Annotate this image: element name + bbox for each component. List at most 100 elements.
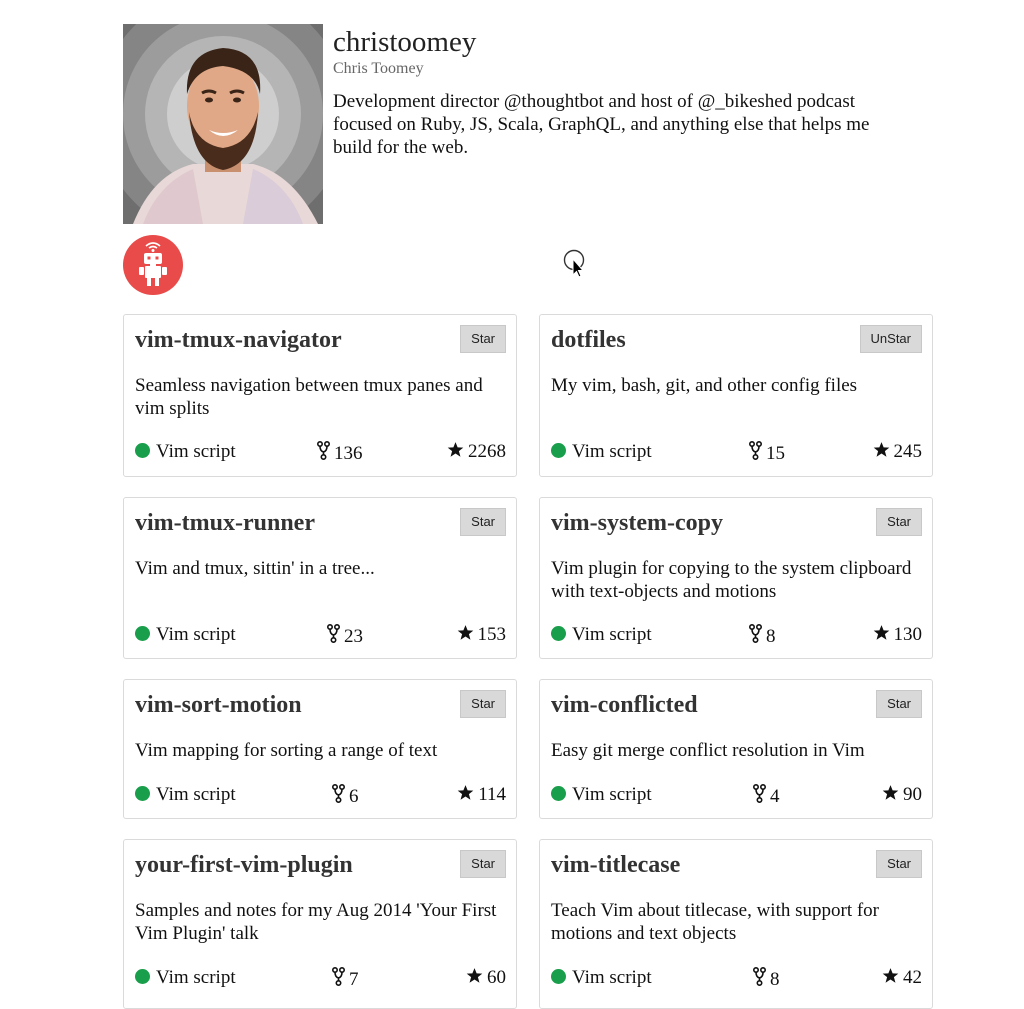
repo-meta: Vim script 8 130 xyxy=(551,624,923,648)
bio: Development director @thoughtbot and hos… xyxy=(333,91,870,158)
repo-meta: Vim script 8 42 xyxy=(551,967,922,991)
repo-description: Samples and notes for my Aug 2014 'Your … xyxy=(135,900,497,944)
repo-name[interactable]: vim-titlecase xyxy=(551,850,680,880)
star-button[interactable]: UnStar xyxy=(859,325,922,353)
star-icon xyxy=(457,625,473,640)
repo-meta: Vim script 7 60 xyxy=(135,967,506,991)
fork-icon xyxy=(317,441,330,460)
repo-meta: Vim script 6 114 xyxy=(135,784,506,808)
language-dot-icon xyxy=(135,626,150,641)
repo-language: Vim script xyxy=(551,784,652,806)
fork-icon xyxy=(749,441,762,460)
star-button[interactable]: Star xyxy=(460,850,506,878)
star-icon xyxy=(882,785,899,800)
repo-card-vim-sort-motion: vim-sort-motion Star Vim mapping for sor… xyxy=(123,679,517,819)
repo-language: Vim script xyxy=(551,967,652,989)
fork-count: 4 xyxy=(753,784,780,808)
language-dot-icon xyxy=(551,443,566,458)
repo-description: Vim plugin for copying to the system cli… xyxy=(551,558,912,602)
star-number: 42 xyxy=(903,967,922,988)
star-number: 90 xyxy=(903,784,922,805)
star-number: 153 xyxy=(477,624,507,645)
star-count: 114 xyxy=(457,784,506,806)
star-count: 42 xyxy=(882,967,922,989)
repo-description: Teach Vim about titlecase, with support … xyxy=(551,900,880,944)
star-count: 90 xyxy=(882,784,922,806)
fork-icon xyxy=(749,624,762,643)
fork-number: 136 xyxy=(334,443,363,464)
repo-card-vim-tmux-navigator: vim-tmux-navigator Star Seamless navigat… xyxy=(123,314,517,477)
star-number: 114 xyxy=(478,784,506,805)
repo-meta: Vim script 136 2268 xyxy=(135,441,506,465)
fork-count: 8 xyxy=(753,967,780,991)
language-label: Vim script xyxy=(156,784,236,805)
fork-count: 8 xyxy=(749,624,776,648)
repo-name[interactable]: your-first-vim-plugin xyxy=(135,850,353,880)
repo-description: Vim and tmux, sittin' in a tree... xyxy=(135,558,375,579)
fork-count: 6 xyxy=(332,784,359,808)
star-count: 130 xyxy=(873,624,923,646)
language-label: Vim script xyxy=(572,441,652,462)
fork-number: 7 xyxy=(349,969,359,990)
robot-badge-icon xyxy=(123,235,183,295)
star-button[interactable]: Star xyxy=(460,325,506,353)
language-dot-icon xyxy=(135,443,150,458)
star-icon xyxy=(447,442,464,457)
fork-number: 4 xyxy=(770,786,780,807)
language-dot-icon xyxy=(551,969,566,984)
star-count: 2268 xyxy=(447,441,506,463)
repo-description: Seamless navigation between tmux panes a… xyxy=(135,375,483,419)
fork-count: 15 xyxy=(749,441,785,465)
star-icon xyxy=(873,625,889,640)
username: christoomey xyxy=(333,26,477,58)
fork-count: 7 xyxy=(332,967,359,991)
fork-number: 23 xyxy=(344,626,363,647)
repo-name[interactable]: vim-tmux-runner xyxy=(135,508,315,538)
avatar xyxy=(123,24,323,224)
repo-name[interactable]: vim-system-copy xyxy=(551,508,723,538)
star-number: 130 xyxy=(893,624,923,645)
repo-name[interactable]: dotfiles xyxy=(551,325,626,355)
repo-card-vim-tmux-runner: vim-tmux-runner Star Vim and tmux, sitti… xyxy=(123,497,517,659)
fork-number: 8 xyxy=(766,626,776,647)
fork-icon xyxy=(332,784,345,803)
language-dot-icon xyxy=(135,786,150,801)
language-label: Vim script xyxy=(156,967,236,988)
star-button[interactable]: Star xyxy=(460,508,506,536)
repo-meta: Vim script 15 245 xyxy=(551,441,922,465)
repo-card-vim-conflicted: vim-conflicted Star Easy git merge confl… xyxy=(539,679,933,819)
repo-name[interactable]: vim-conflicted xyxy=(551,690,698,720)
repo-description: Vim mapping for sorting a range of text xyxy=(135,740,438,761)
star-icon xyxy=(457,785,474,800)
language-dot-icon xyxy=(135,969,150,984)
language-label: Vim script xyxy=(572,784,652,805)
star-button[interactable]: Star xyxy=(876,850,922,878)
repo-meta: Vim script 23 153 xyxy=(135,624,507,647)
profile-info: christoomey Chris Toomey Development dir… xyxy=(333,24,933,159)
mouse-cursor-icon xyxy=(563,249,587,279)
repo-language: Vim script xyxy=(551,624,652,646)
fork-icon xyxy=(753,784,766,803)
star-button[interactable]: Star xyxy=(876,508,922,536)
repo-language: Vim script xyxy=(551,441,652,463)
repo-language: Vim script xyxy=(135,784,236,806)
star-count: 60 xyxy=(466,967,506,989)
star-icon xyxy=(466,968,483,983)
language-label: Vim script xyxy=(572,624,652,645)
repo-name[interactable]: vim-tmux-navigator xyxy=(135,325,342,355)
repo-language: Vim script xyxy=(135,967,236,989)
language-dot-icon xyxy=(551,786,566,801)
star-button[interactable]: Star xyxy=(876,690,922,718)
repo-language: Vim script xyxy=(135,624,236,646)
fork-number: 6 xyxy=(349,786,359,807)
fork-icon xyxy=(332,967,345,986)
language-label: Vim script xyxy=(156,624,236,645)
star-button[interactable]: Star xyxy=(460,690,506,718)
fork-count: 136 xyxy=(317,441,363,465)
fork-number: 8 xyxy=(770,969,780,990)
repo-description: My vim, bash, git, and other config file… xyxy=(551,375,858,396)
repo-name[interactable]: vim-sort-motion xyxy=(135,690,302,720)
language-label: Vim script xyxy=(156,441,236,462)
repo-meta: Vim script 4 90 xyxy=(551,784,922,808)
star-icon xyxy=(882,968,899,983)
